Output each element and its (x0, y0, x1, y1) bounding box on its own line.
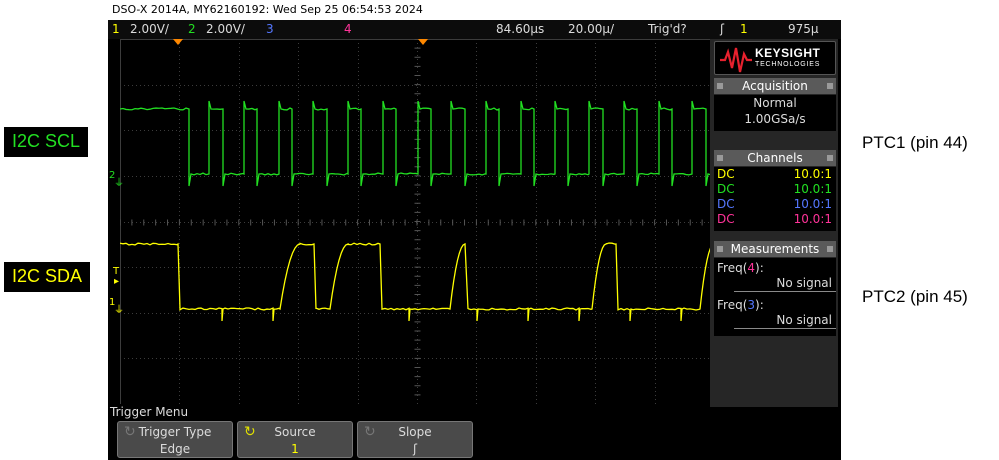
trigger-state: Trig'd? (648, 20, 687, 39)
ptc2-annotation: PTC2 (pin 45) (862, 287, 968, 307)
ptc1-annotation: PTC1 (pin 44) (862, 133, 968, 153)
trigger-level[interactable]: 975µ (788, 20, 819, 39)
sample-rate: 1.00GSa/s (714, 111, 836, 127)
time-delay[interactable]: 84.60µs (496, 20, 544, 39)
time-scale[interactable]: 20.00µ/ (568, 20, 614, 39)
brand-subname: TECHNOLOGIES (755, 61, 820, 68)
ch2-ground-icon: ⏚ (114, 174, 124, 189)
channel-row-1[interactable]: DC 10.0:1 (714, 167, 836, 182)
softkey-trigger-type[interactable]: ↻ Trigger Type Edge (117, 421, 233, 458)
ch1-number[interactable]: 1 (112, 20, 120, 39)
ch3-number[interactable]: 3 (266, 20, 274, 39)
channel-row-4[interactable]: DC 10.0:1 (714, 212, 836, 227)
acquisition-header[interactable]: Acquisition (714, 78, 836, 94)
channel-row-2[interactable]: DC 10.0:1 (714, 182, 836, 197)
channels-panel: DC 10.0:1 DC 10.0:1 DC 10.0:1 DC 10.0:1 (714, 167, 836, 231)
grid-lines (120, 39, 714, 404)
measurement-2-label[interactable]: Freq(3): (714, 298, 836, 313)
trigger-source[interactable]: 1 (740, 20, 748, 39)
ch1-scale[interactable]: 2.00V/ (130, 20, 169, 39)
ch1-ground-icon: ⏚ (114, 301, 124, 316)
menu-title: Trigger Menu (110, 405, 188, 419)
oscilloscope-screen: DSO-X 2014A, MY62160192: Wed Sep 25 06:5… (108, 0, 841, 460)
brand-name: KEYSIGHT (755, 46, 820, 60)
keysight-logo: KEYSIGHT TECHNOLOGIES (714, 41, 836, 75)
ch2-number[interactable]: 2 (188, 20, 196, 39)
graticule (120, 39, 714, 404)
channel-row-3[interactable]: DC 10.0:1 (714, 197, 836, 212)
acquisition-panel: Normal 1.00GSa/s (714, 95, 836, 131)
i2c-scl-annotation: I2C SCL (4, 127, 88, 157)
acquisition-mode: Normal (714, 95, 836, 111)
ch2-scale[interactable]: 2.00V/ (206, 20, 245, 39)
waveform-display[interactable] (120, 39, 714, 404)
scope-title-bar: DSO-X 2014A, MY62160192: Wed Sep 25 06:5… (108, 0, 841, 20)
measurements-panel: Freq(4): No signal Freq(3): No signal (714, 258, 836, 336)
side-panel: KEYSIGHT TECHNOLOGIES Acquisition Normal… (710, 39, 838, 407)
measurement-2-value: No signal (734, 313, 836, 329)
trigger-slope-icon[interactable]: ʃ (720, 20, 724, 39)
sda-waveform (120, 243, 714, 321)
trigger-level-arrow-icon: ▸ (114, 276, 119, 287)
softkey-slope[interactable]: ↻ Slope ʃ (357, 421, 473, 458)
channels-header[interactable]: Channels (714, 150, 836, 166)
keysight-wave-icon (719, 44, 753, 74)
status-bar: 1 2.00V/ 2 2.00V/ 3 4 84.60µs 20.00µ/ Tr… (108, 20, 841, 39)
i2c-sda-annotation: I2C SDA (4, 262, 90, 292)
measurement-1-value: No signal (734, 276, 836, 292)
measurements-header[interactable]: Measurements (714, 241, 836, 257)
softkey-source[interactable]: ↻ Source 1 (237, 421, 353, 458)
ch4-number[interactable]: 4 (344, 20, 352, 39)
measurement-1-label[interactable]: Freq(4): (714, 261, 836, 276)
